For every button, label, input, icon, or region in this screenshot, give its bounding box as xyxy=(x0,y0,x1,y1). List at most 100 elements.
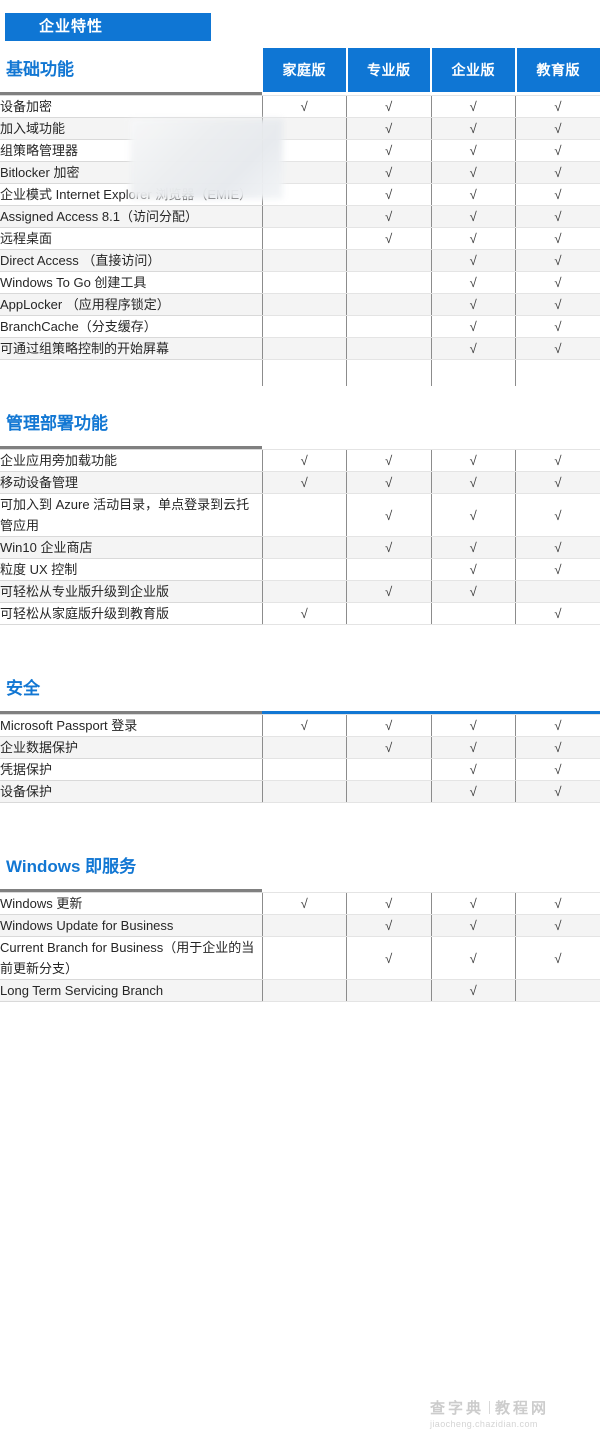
check-icon: √ xyxy=(554,540,562,555)
column-header-spacer xyxy=(262,829,347,889)
support-cell-enterprise: √ xyxy=(430,227,516,250)
watermark-brand: 查字典 xyxy=(430,1400,485,1417)
support-cell-home xyxy=(261,183,347,206)
feature-name-cell: Windows 更新 xyxy=(0,892,262,915)
check-icon: √ xyxy=(554,231,562,246)
support-cell-home xyxy=(261,558,347,581)
section-gap-cell xyxy=(262,802,347,829)
check-icon: √ xyxy=(469,762,477,777)
support-cell-education: √ xyxy=(515,117,600,140)
support-cell-pro xyxy=(346,558,431,581)
support-cell-home xyxy=(261,227,347,250)
support-cell-home: √ xyxy=(261,471,347,494)
section-title: 管理部署功能 xyxy=(6,414,108,433)
support-cell-pro: √ xyxy=(346,183,431,206)
support-cell-education: √ xyxy=(515,139,600,162)
column-header-spacer xyxy=(347,651,432,711)
support-cell-pro: √ xyxy=(346,536,431,559)
table-row: 企业应用旁加载功能 √ √ √ √ xyxy=(0,449,600,472)
site-watermark: 查字典 教程网 jiaocheng.chazidian.com xyxy=(430,1400,595,1430)
check-icon: √ xyxy=(469,896,477,911)
column-header-spacer xyxy=(516,386,600,446)
support-cell-enterprise: √ xyxy=(430,558,516,581)
section-gap-cell xyxy=(515,359,600,386)
check-icon: √ xyxy=(554,784,562,799)
check-icon: √ xyxy=(300,718,308,733)
table-row: Win10 企业商店 √ √ √ xyxy=(0,536,600,559)
support-cell-home xyxy=(261,936,347,980)
support-cell-pro: √ xyxy=(346,914,431,937)
check-icon: √ xyxy=(469,341,477,356)
support-cell-enterprise: √ xyxy=(430,161,516,184)
table-row: Long Term Servicing Branch √ xyxy=(0,979,600,1002)
feature-name-cell: Win10 企业商店 xyxy=(0,536,262,559)
feature-name-cell: Windows To Go 创建工具 xyxy=(0,271,262,294)
section-header-row: 安全 xyxy=(0,651,600,711)
support-cell-pro: √ xyxy=(346,892,431,915)
column-header-pro: 专业版 xyxy=(345,48,432,92)
table-row: Assigned Access 8.1（访问分配） √ √ √ xyxy=(0,205,600,228)
table-row: Windows To Go 创建工具 √ √ xyxy=(0,271,600,294)
support-cell-education: √ xyxy=(515,337,600,360)
section-gap-row xyxy=(0,359,600,386)
support-cell-enterprise: √ xyxy=(430,205,516,228)
section-header-row: 基础功能 家庭版 专业版 企业版 教育版 xyxy=(0,48,600,92)
check-icon: √ xyxy=(469,507,477,523)
check-icon: √ xyxy=(554,121,562,136)
watermark-brand-line: 查字典 教程网 xyxy=(430,1400,595,1418)
support-cell-pro xyxy=(346,315,431,338)
check-icon: √ xyxy=(300,475,308,490)
support-cell-education: √ xyxy=(515,780,600,803)
support-cell-enterprise: √ xyxy=(430,183,516,206)
column-header-spacer xyxy=(262,386,347,446)
check-icon: √ xyxy=(385,165,393,180)
support-cell-pro xyxy=(346,602,431,625)
support-cell-home xyxy=(261,205,347,228)
check-icon: √ xyxy=(385,540,393,555)
support-cell-home xyxy=(261,758,347,781)
watermark-site: 教程网 xyxy=(495,1400,550,1417)
support-cell-enterprise: √ xyxy=(430,139,516,162)
section-gap-cell xyxy=(430,359,516,386)
support-cell-enterprise: √ xyxy=(430,936,516,980)
check-icon: √ xyxy=(300,99,308,114)
feature-name-cell: 可通过组策略控制的开始屏幕 xyxy=(0,337,262,360)
section-gap-cell xyxy=(346,359,431,386)
table-row: Windows 更新 √ √ √ √ xyxy=(0,892,600,915)
check-icon: √ xyxy=(554,297,562,312)
feature-name-cell: 可加入到 Azure 活动目录，单点登录到云托管应用 xyxy=(0,493,262,537)
check-icon: √ xyxy=(554,99,562,114)
check-icon: √ xyxy=(469,475,477,490)
feature-name-cell: Assigned Access 8.1（访问分配） xyxy=(0,205,262,228)
support-cell-enterprise: √ xyxy=(430,337,516,360)
check-icon: √ xyxy=(469,983,477,998)
support-cell-pro: √ xyxy=(346,449,431,472)
section-gap-cell xyxy=(431,802,516,829)
support-cell-enterprise: √ xyxy=(430,979,516,1002)
check-icon: √ xyxy=(385,507,393,523)
column-header-spacer xyxy=(431,829,516,889)
feature-name-cell: 粒度 UX 控制 xyxy=(0,558,262,581)
table-row: 加入域功能 √ √ √ xyxy=(0,117,600,140)
support-cell-home xyxy=(261,271,347,294)
support-cell-education: √ xyxy=(515,271,600,294)
table-row: Current Branch for Business（用于企业的当前更新分支）… xyxy=(0,936,600,980)
check-icon: √ xyxy=(469,950,477,966)
support-cell-pro xyxy=(346,293,431,316)
check-icon: √ xyxy=(385,896,393,911)
support-cell-pro: √ xyxy=(346,95,431,118)
check-icon: √ xyxy=(469,121,477,136)
support-cell-education: √ xyxy=(515,315,600,338)
feature-name-cell: Windows Update for Business xyxy=(0,914,262,937)
support-cell-pro: √ xyxy=(346,493,431,537)
check-icon: √ xyxy=(554,740,562,755)
support-cell-home xyxy=(261,315,347,338)
table-row: 组策略管理器 √ √ √ xyxy=(0,139,600,162)
check-icon: √ xyxy=(469,718,477,733)
support-cell-education xyxy=(515,580,600,603)
table-row: Microsoft Passport 登录 √ √ √ √ xyxy=(0,714,600,737)
support-cell-pro: √ xyxy=(346,936,431,980)
support-cell-education: √ xyxy=(515,936,600,980)
support-cell-enterprise: √ xyxy=(430,536,516,559)
support-cell-enterprise: √ xyxy=(430,580,516,603)
